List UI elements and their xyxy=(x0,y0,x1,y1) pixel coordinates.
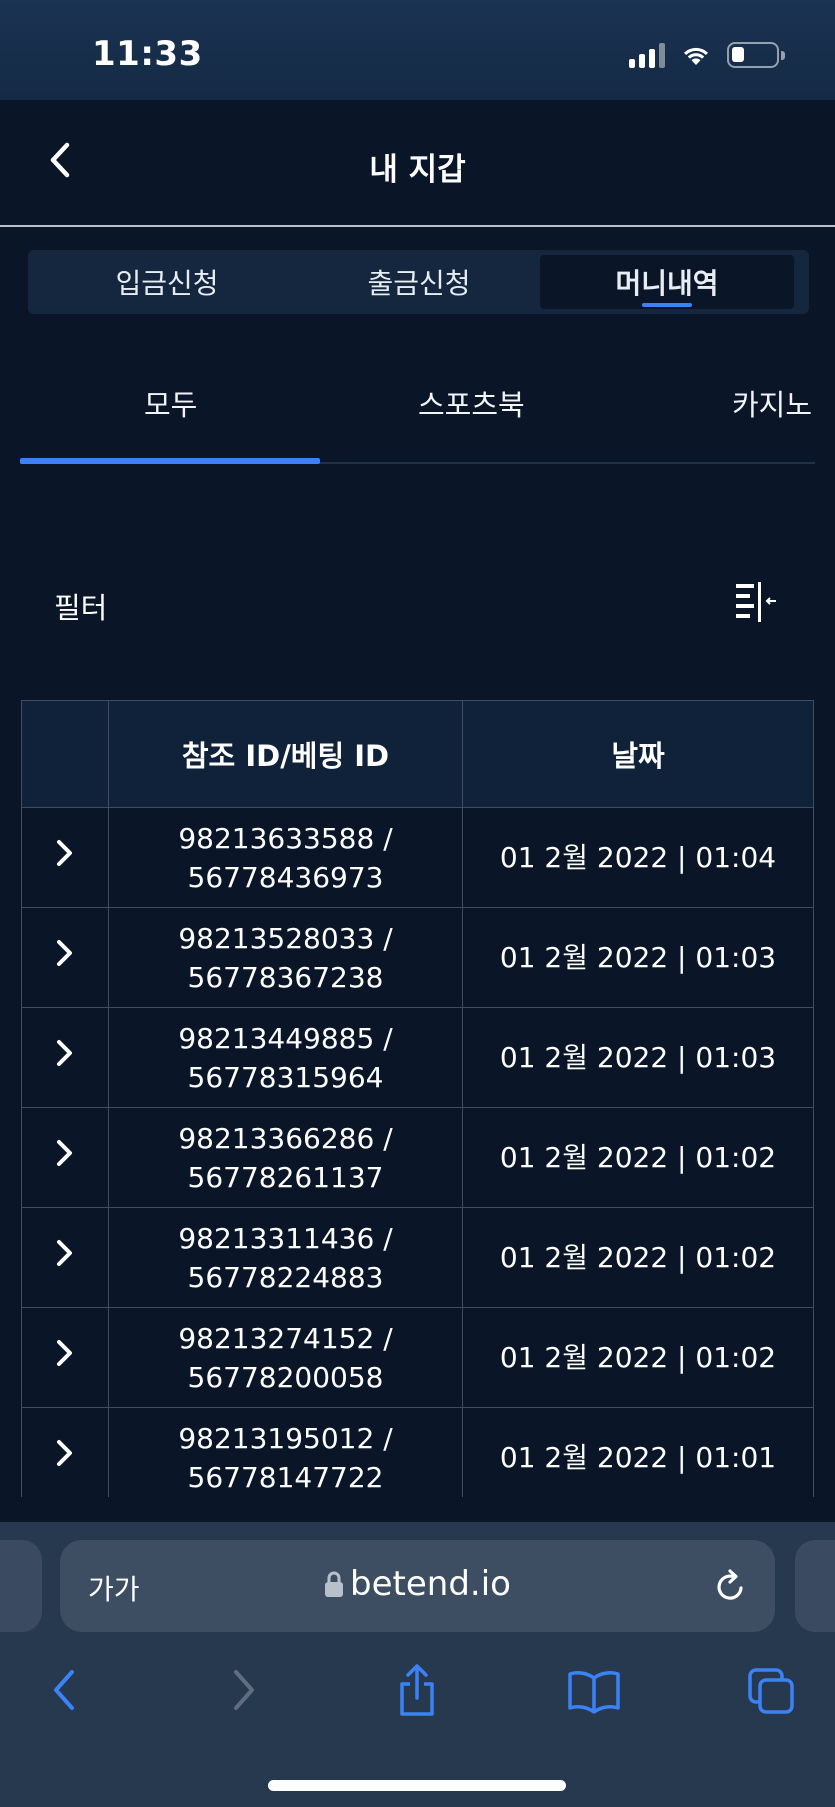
back-arrow-icon[interactable] xyxy=(44,1662,84,1718)
header-expand xyxy=(21,700,109,808)
date-cell: 01 2월 2022 | 01:04 xyxy=(462,807,814,908)
date-cell: 01 2월 2022 | 01:01 xyxy=(462,1407,814,1508)
bet-id: 56778147722 xyxy=(187,1460,384,1494)
filter-label: 필터 xyxy=(54,591,108,625)
ref-bet-id-cell: 98213633588 / 56778436973 xyxy=(108,807,463,908)
active-category-indicator xyxy=(20,458,320,464)
reload-icon[interactable] xyxy=(711,1564,751,1608)
share-icon[interactable] xyxy=(394,1662,440,1718)
ref-id: 98213274152 / xyxy=(178,1321,393,1355)
date-cell: 01 2월 2022 | 01:02 xyxy=(462,1107,814,1208)
bet-id: 56778436973 xyxy=(187,860,384,894)
date-cell: 01 2월 2022 | 01:02 xyxy=(462,1307,814,1408)
chevron-right-icon xyxy=(57,1439,72,1466)
category-tabs: 모두 스포츠북 카지노 xyxy=(20,340,815,464)
browser-toolbar: 가가 betend.io xyxy=(0,1522,835,1807)
tab-casino[interactable]: 카지노 xyxy=(732,382,812,424)
table-row[interactable]: 98213274152 / 56778200058 01 2월 2022 | 01… xyxy=(21,1307,814,1408)
tab-deposit-label: 입금신청 xyxy=(115,267,219,300)
expand-row-button[interactable] xyxy=(21,807,109,908)
chevron-right-icon xyxy=(57,1239,72,1266)
chevron-right-icon xyxy=(57,1339,72,1366)
date-cell: 01 2월 2022 | 01:03 xyxy=(462,907,814,1008)
ref-id: 98213633588 / xyxy=(178,821,393,855)
battery-icon xyxy=(727,42,785,68)
table-row[interactable]: 98213449885 / 56778315964 01 2월 2022 | 01… xyxy=(21,1007,814,1108)
lock-icon xyxy=(325,1571,344,1597)
address-bar[interactable]: 가가 betend.io xyxy=(60,1540,775,1632)
chevron-right-icon xyxy=(57,1039,72,1066)
ref-bet-id-cell: 98213449885 / 56778315964 xyxy=(108,1007,463,1108)
table-row[interactable]: 98213633588 / 56778436973 01 2월 2022 | 01… xyxy=(21,807,814,908)
previous-tab-preview[interactable] xyxy=(0,1540,42,1632)
ref-id: 98213195012 / xyxy=(178,1421,393,1455)
next-tab-preview[interactable] xyxy=(795,1540,835,1632)
bet-id: 56778315964 xyxy=(187,1060,384,1094)
chevron-right-icon xyxy=(57,839,72,866)
bet-id: 56778200058 xyxy=(187,1360,384,1394)
filter-icon[interactable] xyxy=(732,580,782,626)
forward-arrow-icon[interactable] xyxy=(224,1662,264,1718)
chevron-right-icon xyxy=(57,939,72,966)
cellular-signal-icon xyxy=(629,42,665,68)
tab-deposit[interactable]: 입금신청 xyxy=(40,255,294,309)
header-date: 날짜 xyxy=(462,700,814,808)
tabs-icon[interactable] xyxy=(746,1662,796,1718)
ref-id: 98213366286 / xyxy=(178,1121,393,1155)
table-row[interactable]: 98213366286 / 56778261137 01 2월 2022 | 01… xyxy=(21,1107,814,1208)
bet-id: 56778261137 xyxy=(187,1160,384,1194)
bookmarks-icon[interactable] xyxy=(566,1662,622,1718)
table-row[interactable]: 98213311436 / 56778224883 01 2월 2022 | 01… xyxy=(21,1207,814,1308)
home-indicator xyxy=(268,1780,566,1791)
expand-row-button[interactable] xyxy=(21,1107,109,1208)
money-history-table: 참조 ID/베팅 ID 날짜 98213633588 / 56778436973 … xyxy=(21,700,814,1508)
ref-id: 98213311436 / xyxy=(178,1221,393,1255)
date-cell: 01 2월 2022 | 01:02 xyxy=(462,1207,814,1308)
date-cell: 01 2월 2022 | 01:03 xyxy=(462,1007,814,1108)
tab-sportsbook[interactable]: 스포츠북 xyxy=(418,382,525,424)
expand-row-button[interactable] xyxy=(21,1007,109,1108)
chevron-right-icon xyxy=(57,1139,72,1166)
expand-row-button[interactable] xyxy=(21,1207,109,1308)
active-tab-underline xyxy=(642,303,692,307)
tab-money-history-label: 머니내역 xyxy=(615,267,719,300)
header-ref-bet-id: 참조 ID/베팅 ID xyxy=(108,700,463,808)
ref-bet-id-cell: 98213528033 / 56778367238 xyxy=(108,907,463,1008)
ref-bet-id-cell: 98213274152 / 56778200058 xyxy=(108,1307,463,1408)
bet-id: 56778367238 xyxy=(187,960,384,994)
tab-withdraw[interactable]: 출금신청 xyxy=(292,255,546,309)
page-header: 내 지갑 xyxy=(0,100,835,227)
tab-withdraw-label: 출금신청 xyxy=(367,267,471,300)
expand-row-button[interactable] xyxy=(21,1307,109,1408)
expand-row-button[interactable] xyxy=(21,907,109,1008)
status-time: 11:33 xyxy=(92,34,203,74)
url-display[interactable]: betend.io xyxy=(60,1564,775,1604)
ref-id: 98213449885 / xyxy=(178,1021,393,1055)
expand-row-button[interactable] xyxy=(21,1407,109,1508)
table-row[interactable]: 98213528033 / 56778367238 01 2월 2022 | 01… xyxy=(21,907,814,1008)
ref-bet-id-cell: 98213195012 / 56778147722 xyxy=(108,1407,463,1508)
url-text: betend.io xyxy=(350,1564,511,1604)
status-bar: 11:33 xyxy=(0,0,835,100)
table-row[interactable]: 98213195012 / 56778147722 01 2월 2022 | 01… xyxy=(21,1407,814,1508)
table-header-row: 참조 ID/베팅 ID 날짜 xyxy=(21,700,814,808)
ref-bet-id-cell: 98213311436 / 56778224883 xyxy=(108,1207,463,1308)
ref-id: 98213528033 / xyxy=(178,921,393,955)
bet-id: 56778224883 xyxy=(187,1260,384,1294)
wifi-icon xyxy=(684,47,708,65)
wallet-segment-tabs: 입금신청 출금신청 머니내역 xyxy=(28,250,809,314)
tab-money-history[interactable]: 머니내역 xyxy=(540,255,794,309)
status-icons xyxy=(629,40,785,70)
content-bottom-edge xyxy=(0,1497,835,1522)
tab-all[interactable]: 모두 xyxy=(144,382,197,424)
ref-bet-id-cell: 98213366286 / 56778261137 xyxy=(108,1107,463,1208)
page-title: 내 지갑 xyxy=(369,152,466,188)
